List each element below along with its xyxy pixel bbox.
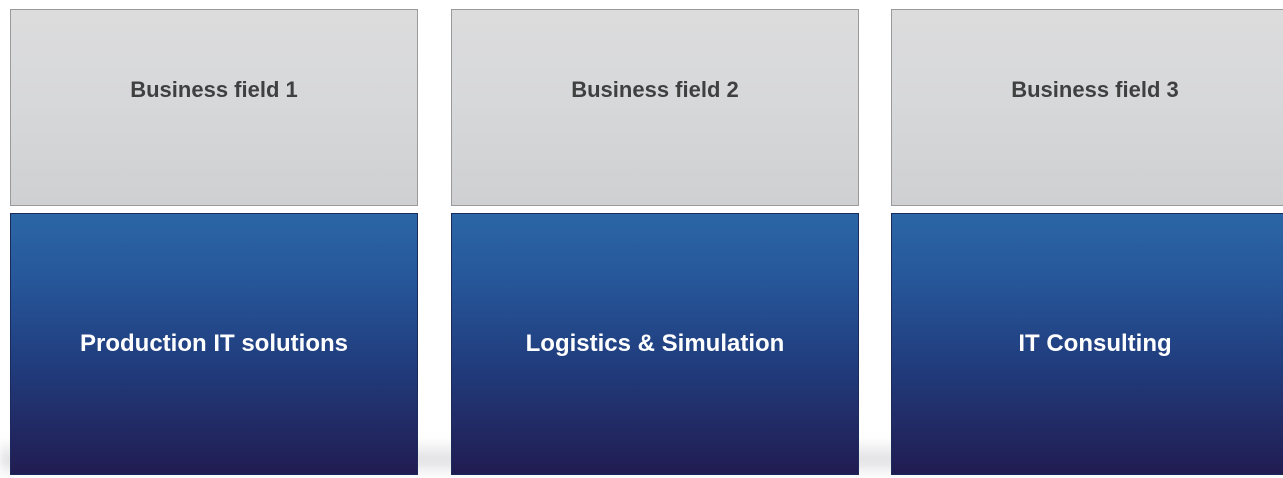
solution-label-1: Production IT solutions bbox=[80, 330, 348, 357]
solution-label-3: IT Consulting bbox=[1018, 330, 1172, 357]
business-field-box-3: Business field 3 bbox=[891, 9, 1283, 206]
business-field-box-1: Business field 1 bbox=[10, 9, 418, 206]
business-field-label-2: Business field 2 bbox=[571, 77, 739, 102]
business-field-box-2: Business field 2 bbox=[451, 9, 859, 206]
solution-box-1: Production IT solutions bbox=[10, 213, 418, 475]
solution-label-2: Logistics & Simulation bbox=[525, 330, 785, 357]
solution-box-2: Logistics & Simulation bbox=[451, 213, 859, 475]
solution-box-3: IT Consulting bbox=[891, 213, 1283, 475]
business-field-label-1: Business field 1 bbox=[130, 77, 298, 102]
business-field-label-3: Business field 3 bbox=[1011, 77, 1179, 102]
